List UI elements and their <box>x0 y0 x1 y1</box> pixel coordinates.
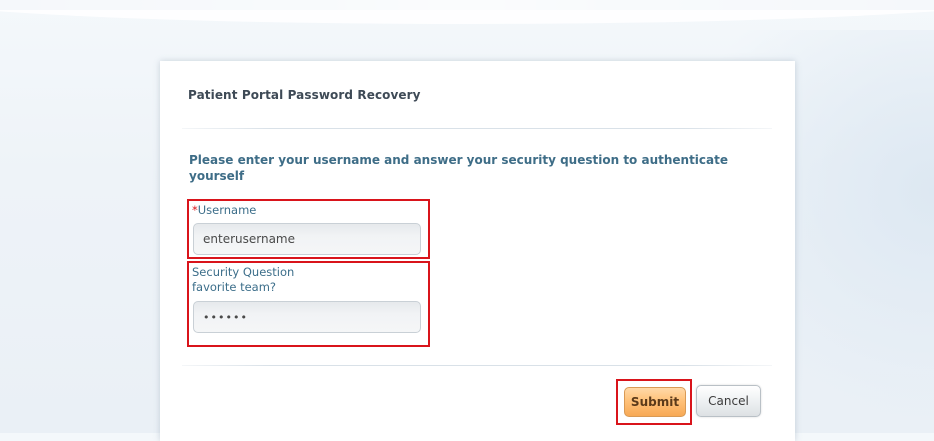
username-field-group: *Username <box>187 199 430 259</box>
footer-divider <box>182 365 772 366</box>
username-label-text: Username <box>197 203 257 217</box>
cancel-button[interactable]: Cancel <box>696 385 761 417</box>
security-answer-input[interactable] <box>193 301 421 333</box>
recovery-card: Patient Portal Password Recovery Please … <box>160 61 795 441</box>
security-question-field-group: Security Question favorite team? <box>187 261 430 347</box>
security-question-label: Security Question <box>192 265 295 279</box>
header-band <box>0 0 934 30</box>
submit-highlight: Submit <box>616 379 692 425</box>
submit-button[interactable]: Submit <box>624 387 686 417</box>
security-question-text: favorite team? <box>192 280 277 294</box>
username-label: *Username <box>192 203 256 217</box>
username-input[interactable] <box>193 223 421 255</box>
header-curve <box>0 0 934 24</box>
page-title: Patient Portal Password Recovery <box>188 88 421 102</box>
instructions-text: Please enter your username and answer yo… <box>189 153 729 183</box>
title-divider <box>182 128 772 129</box>
